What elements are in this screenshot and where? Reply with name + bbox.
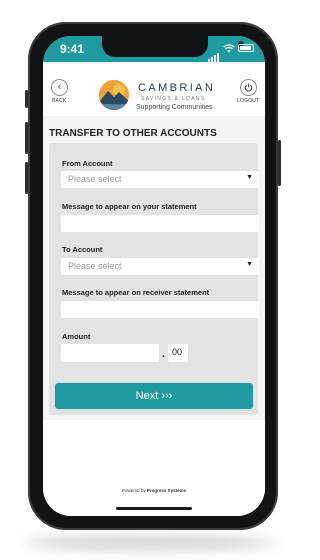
phone-side-button-power [278, 140, 281, 186]
phone-side-button-mute [25, 90, 28, 108]
statement-message-input[interactable] [61, 215, 259, 232]
chevron-down-icon: ▼ [246, 174, 253, 181]
logout-button[interactable] [240, 79, 257, 96]
power-icon [244, 83, 253, 92]
back-button[interactable]: ‹ [51, 79, 68, 96]
amount-cents-input[interactable]: 00 [168, 344, 188, 362]
amount-label: Amount [62, 332, 91, 341]
cambrian-logo [99, 80, 129, 110]
phone-side-button-volume-up [25, 122, 28, 154]
brand-name: CAMBRIAN [138, 82, 216, 94]
phone-shadow [24, 536, 276, 550]
receiver-message-label: Message to appear on receiver statement [62, 288, 210, 297]
powered-by: Powered by Progress Systems [43, 488, 265, 493]
amount-decimal-separator: . [162, 348, 166, 360]
receiver-message-input[interactable] [61, 301, 259, 318]
logout-label: LOGOUT [237, 98, 260, 104]
to-account-placeholder: Please select [68, 261, 122, 271]
powered-by-company: Progress Systems [146, 488, 187, 493]
brand-tagline: Supporting Communities [136, 104, 213, 111]
home-indicator [116, 507, 192, 510]
chevron-down-icon: ▼ [246, 261, 253, 268]
from-account-select[interactable]: Please select ▼ [61, 171, 259, 188]
amount-dollars-input[interactable] [61, 344, 159, 362]
footer-area [43, 420, 265, 516]
to-account-label: To Account [62, 245, 103, 254]
amount-cents-value: 00 [172, 347, 183, 357]
from-account-placeholder: Please select [68, 174, 122, 184]
next-button[interactable]: Next ››› [55, 383, 253, 409]
to-account-select[interactable]: Please select ▼ [61, 258, 259, 275]
statement-message-label: Message to appear on your statement [62, 202, 197, 211]
from-account-label: From Account [62, 159, 113, 168]
chevron-left-icon: ‹ [57, 81, 62, 93]
page-title: TRANSFER TO OTHER ACCOUNTS [49, 128, 217, 139]
transfer-form: From Account Please select ▼ Message to … [49, 143, 259, 415]
mountain-logo-icon [99, 80, 129, 110]
phone-side-button-volume-down [25, 162, 28, 194]
brand-subtitle: SAVINGS & LOANS [141, 96, 206, 102]
back-label: BACK [52, 98, 67, 104]
powered-by-prefix: Powered by [121, 488, 146, 493]
phone-screen: 9:41 ‹ BACK CAMBRIAN SAVINGS & LOANS Sup… [43, 36, 265, 516]
